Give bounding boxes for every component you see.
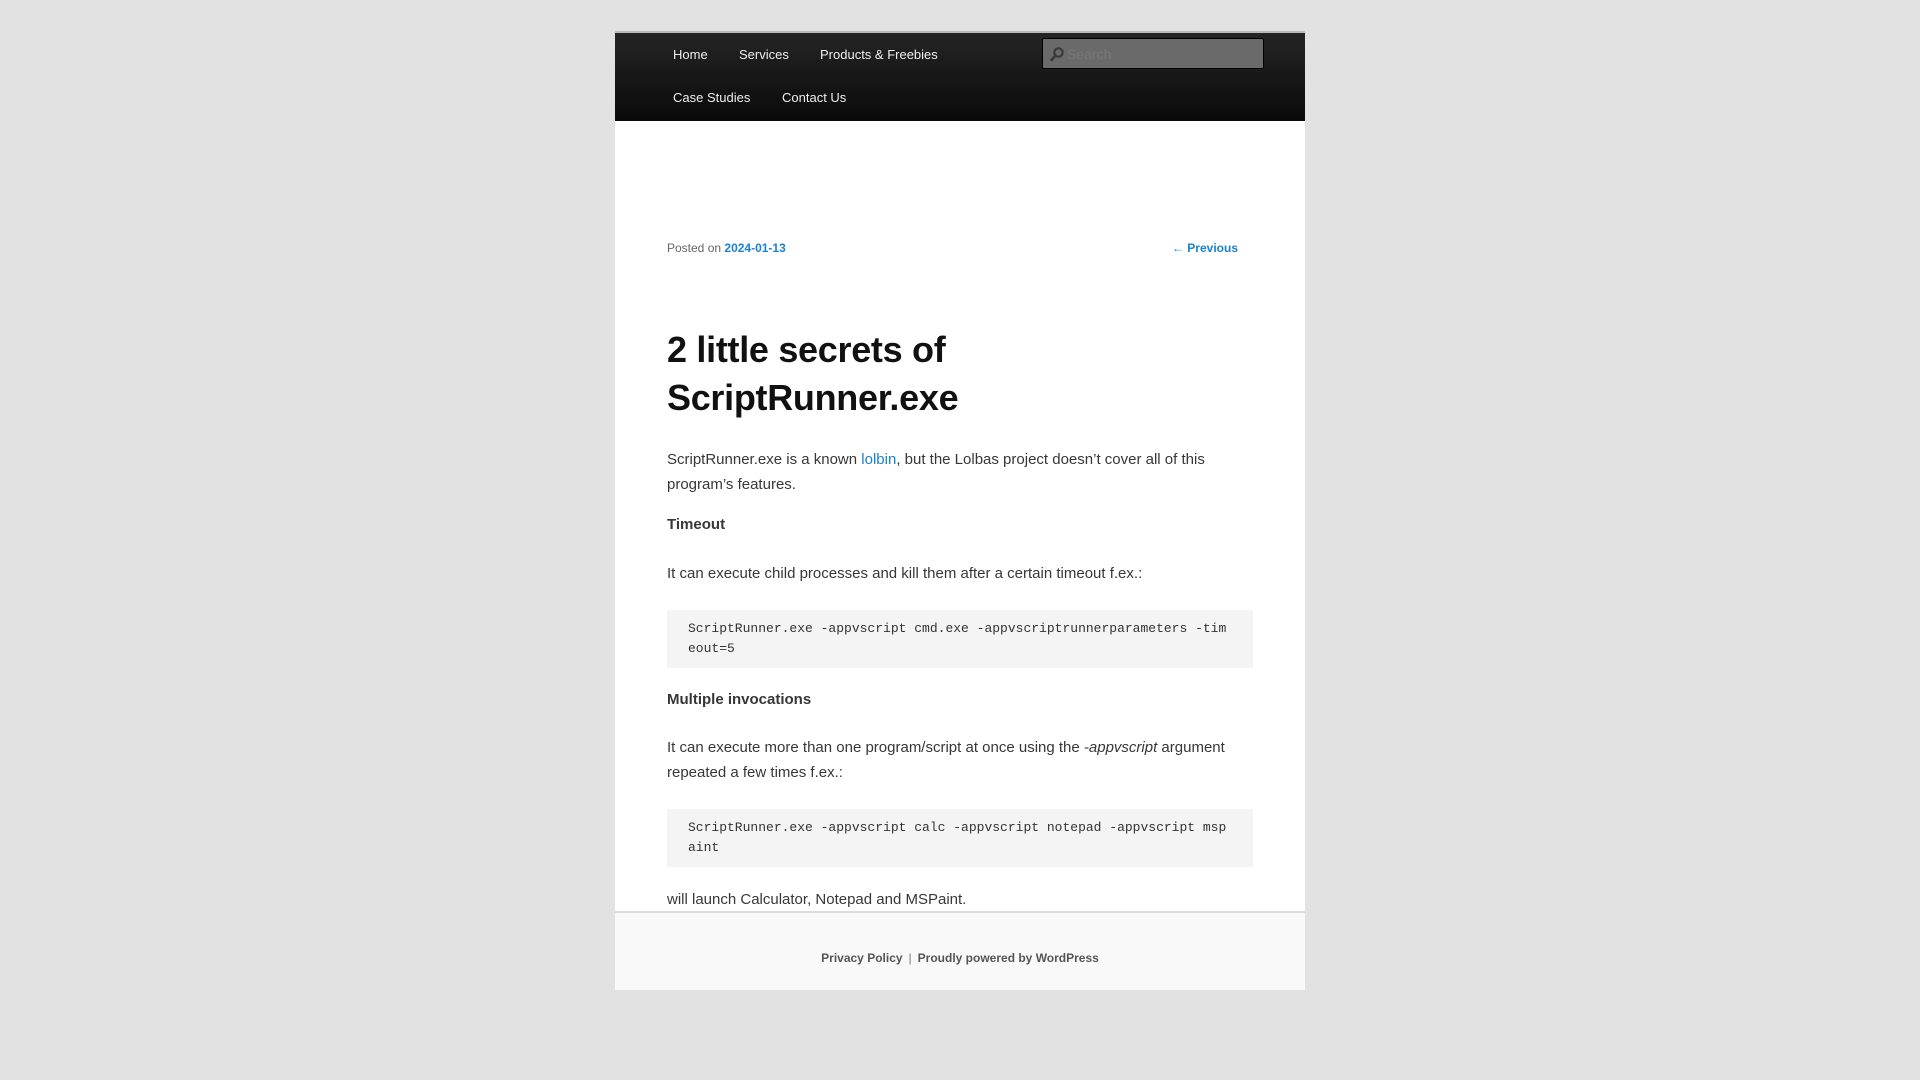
- intro-paragraph: ScriptRunner.exe is a known lolbin, but …: [667, 447, 1253, 497]
- nav-contact-us[interactable]: Contact Us: [782, 90, 846, 106]
- nav-home[interactable]: Home: [673, 47, 708, 63]
- previous-post-link[interactable]: ← Previous: [1172, 241, 1238, 255]
- powered-by-wordpress-link[interactable]: Proudly powered by WordPress: [918, 951, 1099, 965]
- posted-on-label: Posted on: [667, 241, 722, 255]
- multiple-text: It can execute more than one program/scr…: [667, 739, 1084, 756]
- site-footer: Privacy Policy | Proudly powered by WordPr…: [615, 911, 1305, 990]
- section-heading-timeout: Timeout: [667, 516, 726, 533]
- intro-text: ScriptRunner.exe is a known: [667, 451, 862, 468]
- code-block-multiple: ScriptRunner.exe -appvscript calc -appvs…: [667, 809, 1253, 867]
- site-credits: Privacy Policy | Proudly powered by WordPr…: [615, 913, 1305, 965]
- privacy-policy-link[interactable]: Privacy Policy: [821, 951, 902, 965]
- post-date-link[interactable]: 2024-01-13: [724, 241, 785, 255]
- outro-paragraph: will launch Calculator, Notepad and MSPa…: [667, 891, 967, 908]
- timeout-paragraph: It can execute child processes and kill …: [667, 565, 1143, 582]
- page: Home Services Products & Freebies Case S…: [615, 31, 1305, 973]
- post-title: 2 little secrets of ScriptRunner.exe: [667, 329, 959, 418]
- footer-separator: |: [908, 951, 912, 965]
- lolbin-link[interactable]: lolbin: [861, 451, 896, 468]
- entry-meta: Posted on 2024-01-13: [667, 241, 786, 255]
- search-input[interactable]: [1067, 39, 1257, 68]
- nav-case-studies[interactable]: Case Studies: [673, 90, 750, 106]
- search-box: [1042, 38, 1264, 69]
- appvscript-emphasis: -appvscript: [1083, 739, 1158, 756]
- search-icon: [1050, 47, 1064, 62]
- multiple-paragraph: It can execute more than one program/scr…: [667, 735, 1253, 785]
- section-heading-multiple-invocations: Multiple invocations: [667, 691, 812, 708]
- nav-products-freebies[interactable]: Products & Freebies: [820, 47, 938, 63]
- post-content: ScriptRunner.exe is a known lolbin, but …: [667, 447, 1253, 912]
- main-content: Posted on 2024-01-13 ← Previous 2 little…: [615, 121, 1305, 973]
- code-block-timeout: ScriptRunner.exe -appvscript cmd.exe -ap…: [667, 610, 1253, 668]
- nav-services[interactable]: Services: [739, 47, 789, 63]
- site-header: Home Services Products & Freebies Case S…: [615, 31, 1305, 121]
